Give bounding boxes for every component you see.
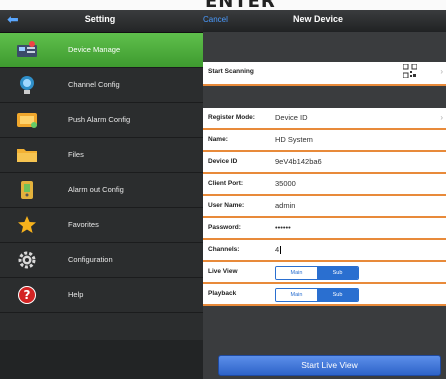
live-view-segmented-control[interactable]: Main Sub [275,266,359,280]
device-id-label: Device ID [208,158,238,165]
start-scanning-row[interactable]: Start Scanning › [203,62,446,86]
name-field[interactable]: HD System [275,135,313,144]
device-id-row: Device ID 9eV4b142ba6 [203,152,446,174]
start-live-view-button[interactable]: Start Live View [218,355,441,376]
menu-item-favorites[interactable]: Favorites [0,208,204,243]
password-label: Password: [208,224,241,231]
help-icon: ? [18,286,36,304]
menu-label: Favorites [68,220,99,229]
settings-menu: Device Manage Channel Config Push Alarm … [0,33,204,313]
playback-label: Playback [208,290,237,297]
text-cursor [280,246,282,255]
password-field[interactable]: •••••• [275,223,291,232]
live-view-row: Live View Main Sub [203,262,446,284]
menu-label: Configuration [68,255,113,264]
menu-label: Channel Config [68,80,120,89]
menu-label: Alarm out Config [68,185,124,194]
chevron-right-icon: › [440,113,443,122]
playback-sub-option[interactable]: Sub [317,289,358,301]
channels-label: Channels: [208,246,240,253]
menu-item-alarm-out-config[interactable]: Alarm out Config [0,173,204,208]
menu-item-channel-config[interactable]: Channel Config [0,68,204,103]
channels-row: Channels: 4 [203,240,446,262]
live-view-label: Live View [208,268,238,275]
menu-item-push-alarm-config[interactable]: Push Alarm Config [0,103,204,138]
register-mode-value[interactable]: Device ID [275,113,308,122]
client-port-row: Client Port: 35000 [203,174,446,196]
menu-item-device-manage[interactable]: Device Manage [0,33,204,68]
settings-nav-bar: ⬅ Setting [0,10,204,33]
channels-value: 4 [275,245,280,254]
top-banner: ENTER [0,0,446,10]
new-device-panel: Cancel New Device Start Scanning › Regis… [203,10,446,379]
client-port-label: Client Port: [208,180,244,187]
settings-title: Setting [84,14,116,24]
device-manage-icon [17,41,37,57]
menu-label: Push Alarm Config [68,115,131,124]
folder-icon [17,149,37,162]
password-row: Password: •••••• [203,218,446,240]
register-mode-row[interactable]: Register Mode: Device ID › [203,108,446,130]
register-mode-label: Register Mode: [208,114,255,121]
menu-label: Device Manage [68,45,121,54]
menu-footer [0,340,204,379]
section-spacer [203,32,446,62]
new-device-title: New Device [293,14,344,24]
menu-label: Help [68,290,84,299]
menu-item-configuration[interactable]: Configuration [0,243,204,278]
push-alarm-icon [17,113,37,128]
name-row: Name: HD System [203,130,446,152]
menu-item-files[interactable]: Files [0,138,204,173]
new-device-nav-bar: Cancel New Device [203,10,446,32]
cancel-button[interactable]: Cancel [203,15,228,24]
alarm-out-icon [21,181,33,199]
start-scanning-label: Start Scanning [208,68,254,75]
chevron-right-icon: › [440,67,443,76]
star-icon [18,216,36,233]
channels-field[interactable]: 4 [275,245,282,255]
svg-text:?: ? [24,288,31,302]
back-arrow-icon[interactable]: ⬅ [7,13,27,27]
settings-panel: ⬅ Setting Device Manage Channel Config P… [0,10,204,379]
menu-label: Files [68,150,84,159]
live-view-sub-option[interactable]: Sub [317,267,358,279]
playback-segmented-control[interactable]: Main Sub [275,288,359,302]
client-port-field[interactable]: 35000 [275,179,296,188]
menu-item-help[interactable]: ? Help [0,278,204,313]
device-id-field[interactable]: 9eV4b142ba6 [275,157,322,166]
name-label: Name: [208,136,228,143]
gear-icon [18,251,36,269]
channel-config-icon [20,76,34,94]
user-name-label: User Name: [208,202,245,209]
user-name-row: User Name: admin [203,196,446,218]
live-view-main-option[interactable]: Main [276,267,317,279]
section-spacer [203,86,446,108]
user-name-field[interactable]: admin [275,201,295,210]
qr-scan-icon[interactable] [403,64,417,78]
playback-row: Playback Main Sub [203,284,446,306]
playback-main-option[interactable]: Main [276,289,317,301]
